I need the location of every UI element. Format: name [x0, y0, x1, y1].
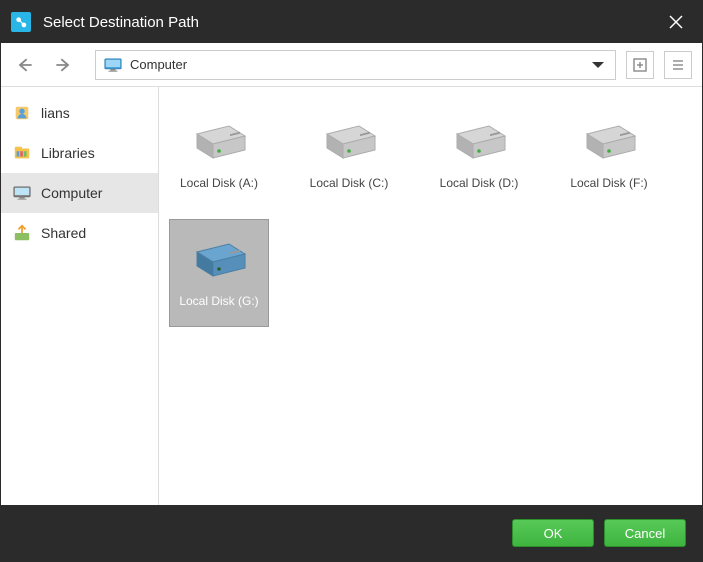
computer-icon — [104, 58, 122, 72]
path-bar[interactable]: Computer — [95, 50, 616, 80]
drive-list: Local Disk (A:) Local Disk (C:) Local Di… — [159, 87, 702, 505]
new-folder-button[interactable] — [626, 51, 654, 79]
drive-item[interactable]: Local Disk (G:) — [169, 219, 269, 327]
sidebar-item-label: Computer — [41, 185, 102, 201]
dialog-window: Select Destination Path Computer — [0, 0, 703, 562]
monitor-icon — [13, 184, 31, 202]
cancel-button[interactable]: Cancel — [604, 519, 686, 547]
drive-icon — [187, 120, 251, 166]
sidebar-item-label: Libraries — [41, 145, 95, 161]
sidebar-item-label: Shared — [41, 225, 86, 241]
drive-label: Local Disk (G:) — [179, 294, 258, 308]
drive-item[interactable]: Local Disk (D:) — [429, 101, 529, 209]
close-button[interactable] — [654, 1, 698, 43]
view-list-button[interactable] — [664, 51, 692, 79]
sidebar-item-shared[interactable]: Shared — [1, 213, 158, 253]
drive-label: Local Disk (C:) — [310, 176, 389, 190]
drive-label: Local Disk (D:) — [440, 176, 519, 190]
libraries-icon — [13, 144, 31, 162]
sidebar-item-label: lians — [41, 105, 70, 121]
drive-item[interactable]: Local Disk (C:) — [299, 101, 399, 209]
drive-icon — [187, 238, 251, 284]
forward-button[interactable] — [49, 51, 77, 79]
sidebar-item-libraries[interactable]: Libraries — [1, 133, 158, 173]
app-icon — [11, 12, 31, 32]
drive-icon — [447, 120, 511, 166]
dialog-body: lians Libraries Computer Shared Local Di… — [1, 87, 702, 505]
drive-icon — [317, 120, 381, 166]
dialog-footer: OK Cancel — [1, 505, 702, 561]
toolbar: Computer — [1, 43, 702, 87]
path-label: Computer — [130, 57, 187, 72]
user-icon — [13, 104, 31, 122]
drive-item[interactable]: Local Disk (F:) — [559, 101, 659, 209]
back-button[interactable] — [11, 51, 39, 79]
dialog-title: Select Destination Path — [43, 14, 654, 31]
drive-icon — [577, 120, 641, 166]
sidebar: lians Libraries Computer Shared — [1, 87, 159, 505]
drive-item[interactable]: Local Disk (A:) — [169, 101, 269, 209]
ok-button[interactable]: OK — [512, 519, 594, 547]
sidebar-item-computer[interactable]: Computer — [1, 173, 158, 213]
shared-icon — [13, 224, 31, 242]
drive-label: Local Disk (F:) — [570, 176, 647, 190]
title-bar: Select Destination Path — [1, 1, 702, 43]
path-dropdown-icon[interactable] — [589, 56, 607, 74]
sidebar-item-lians[interactable]: lians — [1, 93, 158, 133]
drive-label: Local Disk (A:) — [180, 176, 258, 190]
